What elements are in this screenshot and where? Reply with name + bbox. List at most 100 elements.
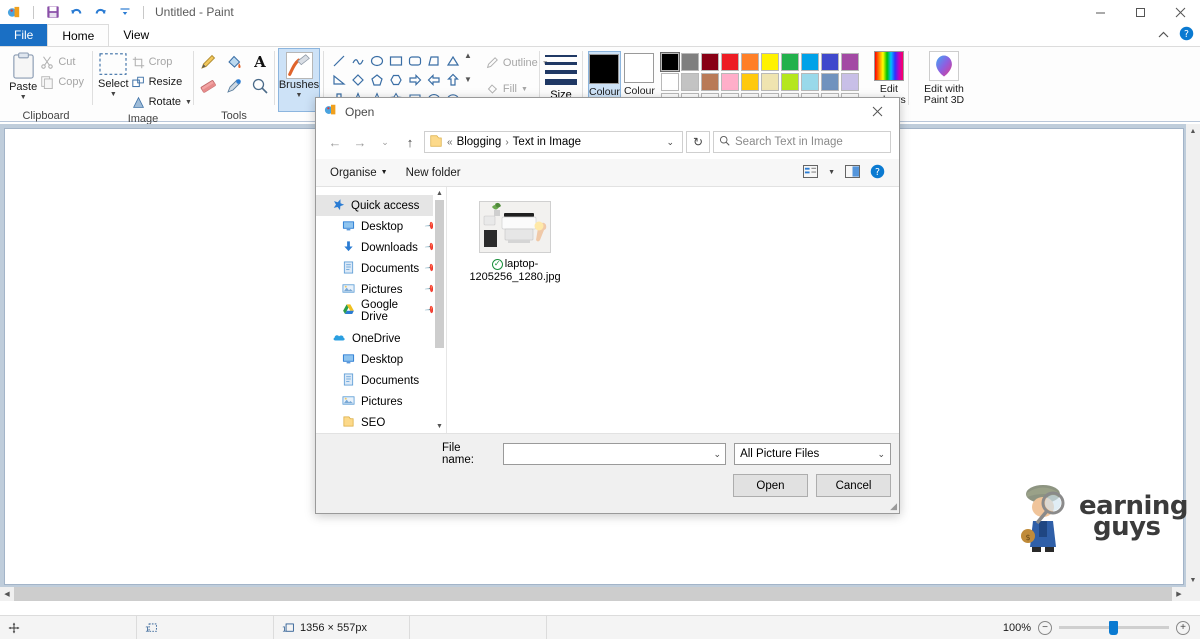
close-button[interactable] [1160, 0, 1200, 24]
palette-swatch[interactable] [760, 53, 779, 71]
fill-icon[interactable] [221, 50, 247, 74]
cancel-button[interactable]: Cancel [816, 474, 891, 497]
edit-with-paint3d-button[interactable]: Edit with Paint 3D [912, 51, 976, 106]
eraser-icon[interactable] [195, 74, 221, 98]
minimize-button[interactable] [1080, 0, 1120, 24]
copy-button[interactable]: Copy [37, 72, 87, 92]
shapes-scroll-down-icon[interactable]: ▼ [464, 75, 472, 84]
breadcrumb[interactable]: « Blogging › Text in Image ⌄ [424, 131, 683, 153]
search-input[interactable]: Search Text in Image [713, 131, 891, 153]
forward-arrow-icon[interactable]: → [349, 131, 371, 153]
scroll-up-icon[interactable]: ▲ [1186, 124, 1200, 138]
zoom-in-button[interactable]: + [1176, 620, 1190, 635]
tree-item-downloads[interactable]: Downloads 📌 [316, 237, 446, 258]
maximize-button[interactable] [1120, 0, 1160, 24]
breadcrumb-prefix[interactable]: « [447, 137, 453, 148]
shape-left-arrow[interactable] [424, 70, 443, 89]
paint-icon[interactable] [6, 4, 23, 21]
zoom-out-button[interactable]: − [1038, 620, 1052, 635]
palette-swatch[interactable] [740, 53, 759, 71]
resize-button[interactable]: Resize [129, 72, 195, 92]
palette-swatch[interactable] [840, 53, 859, 71]
customize-quick-access-icon[interactable] [116, 4, 133, 21]
rotate-dropdown-icon[interactable]: ▼ [185, 99, 192, 106]
tree-item-google-drive[interactable]: Google Drive 📌 [316, 299, 446, 323]
tree-item-quick-access[interactable]: Quick access [316, 195, 446, 216]
shape-right-arrow[interactable] [405, 70, 424, 89]
organise-button[interactable]: Organise ▼ [330, 167, 388, 179]
shape-triangle[interactable] [443, 51, 462, 70]
breadcrumb-item-blogging[interactable]: Blogging [457, 136, 502, 148]
shape-rectangle[interactable] [386, 51, 405, 70]
file-name-chevron-down-icon[interactable]: ⌄ [714, 449, 722, 460]
file-item[interactable]: ✓ laptop-1205256_1280.jpg [469, 201, 561, 284]
shape-curve[interactable] [348, 51, 367, 70]
nav-scroll-up-icon[interactable]: ▲ [433, 187, 446, 200]
palette-swatch[interactable] [680, 53, 699, 71]
palette-swatch[interactable] [680, 73, 699, 91]
shape-rounded-rectangle[interactable] [405, 51, 424, 70]
paste-dropdown-icon[interactable]: ▼ [20, 94, 27, 101]
nav-scroll-down-icon[interactable]: ▼ [433, 420, 446, 433]
palette-swatch[interactable] [840, 73, 859, 91]
palette-swatch[interactable] [820, 73, 839, 91]
refresh-button[interactable]: ↻ [686, 131, 710, 153]
horizontal-scroll-thumb[interactable] [14, 587, 1172, 601]
nav-scroll-thumb[interactable] [435, 200, 444, 348]
palette-swatch[interactable] [659, 52, 680, 72]
palette-swatch[interactable] [780, 73, 799, 91]
palette-swatch[interactable] [760, 73, 779, 91]
open-button[interactable]: Open [733, 474, 808, 497]
select-dropdown-icon[interactable]: ▼ [110, 91, 117, 98]
palette-swatch[interactable] [820, 53, 839, 71]
tree-item-onedrive-pictures[interactable]: Pictures [316, 391, 446, 412]
zoom-slider[interactable] [1059, 620, 1169, 635]
view-layout-chevron-down-icon[interactable]: ▼ [828, 169, 835, 176]
tree-item-onedrive-documents[interactable]: Documents [316, 370, 446, 391]
shape-up-arrow[interactable] [443, 70, 462, 89]
scroll-right-icon[interactable]: ▶ [1172, 587, 1186, 601]
magnifier-icon[interactable] [247, 74, 273, 98]
shape-oval[interactable] [367, 51, 386, 70]
vertical-scrollbar[interactable]: ▲ ▼ [1186, 124, 1200, 587]
shape-pentagon[interactable] [367, 70, 386, 89]
palette-swatch[interactable] [780, 53, 799, 71]
shapes-scroll-up-icon[interactable]: ▲ [464, 51, 472, 60]
organise-chevron-down-icon[interactable]: ▼ [381, 169, 388, 176]
dialog-help-icon[interactable]: ? [870, 164, 885, 182]
palette-swatch[interactable] [700, 73, 719, 91]
view-layout-icon[interactable] [803, 164, 818, 181]
palette-swatch[interactable] [800, 53, 819, 71]
file-name-input[interactable]: ⌄ [502, 443, 727, 465]
tree-item-seo[interactable]: SEO [316, 412, 446, 433]
palette-swatch[interactable] [720, 53, 739, 71]
new-folder-button[interactable]: New folder [406, 167, 461, 179]
shape-hexagon[interactable] [386, 70, 405, 89]
palette-swatch[interactable] [660, 73, 679, 91]
tree-item-onedrive-desktop[interactable]: Desktop [316, 349, 446, 370]
breadcrumb-chevron-down-icon[interactable]: ⌄ [662, 137, 678, 148]
redo-icon[interactable] [92, 4, 109, 21]
tree-item-documents[interactable]: Documents 📌 [316, 258, 446, 279]
file-type-filter[interactable]: All Picture Files ⌄ [734, 443, 891, 465]
palette-swatch[interactable] [800, 73, 819, 91]
tab-view[interactable]: View [109, 24, 164, 46]
navigation-pane-scrollbar[interactable]: ▲ ▼ [433, 187, 446, 433]
shape-diamond[interactable] [348, 70, 367, 89]
text-icon[interactable]: A [247, 50, 273, 74]
recent-locations-chevron-down-icon[interactable]: ⌄ [374, 131, 396, 153]
up-arrow-icon[interactable]: ↑ [399, 131, 421, 153]
paste-button[interactable]: Paste ▼ [9, 50, 37, 101]
dialog-close-button[interactable] [855, 98, 899, 125]
help-icon[interactable]: ? [1179, 26, 1194, 44]
file-list[interactable]: ✓ laptop-1205256_1280.jpg [446, 187, 899, 433]
brushes-button[interactable]: Brushes ▼ [277, 48, 321, 112]
save-icon[interactable] [44, 4, 61, 21]
fill-dropdown-icon[interactable]: ▼ [521, 86, 528, 93]
undo-icon[interactable] [68, 4, 85, 21]
pencil-icon[interactable] [195, 50, 221, 74]
palette-swatch[interactable] [720, 73, 739, 91]
tab-file[interactable]: File [0, 24, 48, 46]
palette-swatch[interactable] [740, 73, 759, 91]
breadcrumb-item-text-in-image[interactable]: Text in Image [513, 136, 581, 148]
